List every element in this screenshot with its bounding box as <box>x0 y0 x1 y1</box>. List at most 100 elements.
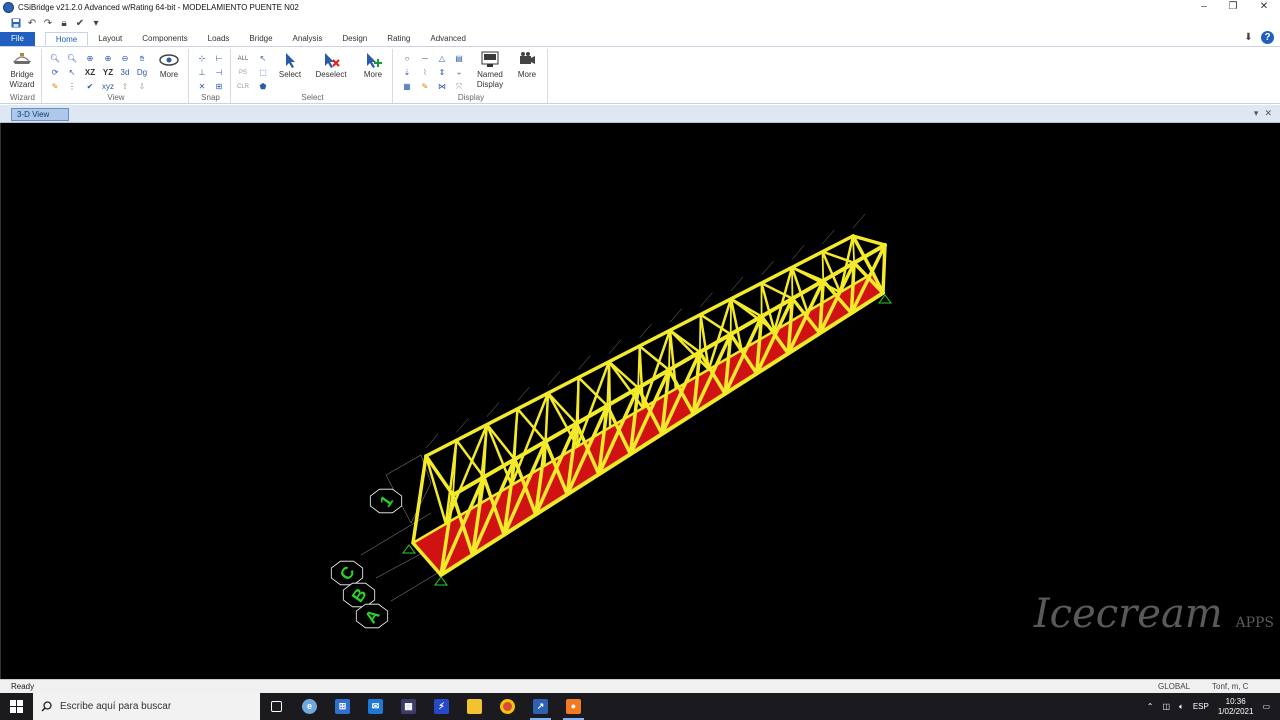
show-stresses-icon[interactable]: ◒ <box>453 67 465 79</box>
show-lanes-icon[interactable]: ✎ <box>419 81 431 93</box>
snap-intersect-icon[interactable]: ✕ <box>196 81 208 93</box>
notifications-icon[interactable]: ▭ <box>1262 702 1270 711</box>
down-arrow-icon[interactable]: ⇩ <box>136 81 148 93</box>
draw-pencil-icon[interactable]: ✎ <box>49 81 61 93</box>
taskbar-csibridge[interactable]: ↗ <box>524 693 557 720</box>
3d-model-viewport[interactable]: 1CBA Icecream APPS <box>0 123 1280 679</box>
named-display-button[interactable]: Named Display <box>473 51 507 90</box>
xyz-icon[interactable]: xyz <box>102 81 114 93</box>
select-all-button[interactable]: ALL <box>237 53 249 65</box>
show-deformed-icon[interactable]: ⌇ <box>419 67 431 79</box>
language-indicator[interactable]: ESP <box>1193 702 1209 711</box>
tray-chevron-icon[interactable]: ⌃ <box>1147 702 1154 711</box>
tab-3d-view[interactable]: 3-D View <box>11 108 69 121</box>
coord-system-dropdown[interactable]: GLOBAL <box>1158 680 1190 693</box>
customize-qat-icon[interactable]: ▾ <box>90 17 102 29</box>
tab-file[interactable]: File <box>0 32 35 46</box>
taskbar-mail[interactable]: ✉ <box>359 693 392 720</box>
rotate-3d-icon[interactable]: ⟳ <box>49 67 61 79</box>
tab-loads[interactable]: Loads <box>198 32 240 46</box>
zoom-out-icon[interactable]: ⊖ <box>119 53 131 65</box>
start-button[interactable] <box>0 693 33 720</box>
clock-date: 1/02/2021 <box>1217 706 1254 716</box>
snap-perp-icon[interactable]: ⊣ <box>213 67 225 79</box>
close-view-icon[interactable]: ✕ <box>1264 108 1272 119</box>
help-icon[interactable]: ? <box>1261 31 1274 44</box>
tab-analysis[interactable]: Analysis <box>283 32 333 46</box>
tab-design[interactable]: Design <box>332 32 377 46</box>
taskbar-calculator[interactable]: ▦ <box>392 693 425 720</box>
show-influence-icon[interactable]: ⤧ <box>453 81 465 93</box>
view-xz-button[interactable]: XZ <box>84 67 96 79</box>
lock-icon[interactable]: 🔒︎ <box>58 17 70 29</box>
task-view-button[interactable] <box>260 693 293 720</box>
taskbar-search[interactable]: Escribe aquí para buscar <box>33 693 260 720</box>
zoom-window-icon[interactable]: 🔍︎ <box>49 53 61 65</box>
taskbar-chrome[interactable] <box>491 693 524 720</box>
pointer-icon[interactable]: ↖ <box>66 67 78 79</box>
maximize-button[interactable]: ❐ <box>1219 0 1247 15</box>
view-yz-button[interactable]: YZ <box>102 67 114 79</box>
tab-layout[interactable]: Layout <box>88 32 132 46</box>
show-supports-icon[interactable]: △ <box>436 53 448 65</box>
redo-icon[interactable]: ↷ <box>42 17 54 29</box>
units-dropdown[interactable]: Tonf, m, C <box>1212 680 1248 693</box>
save-icon[interactable] <box>10 17 22 29</box>
show-loads-icon[interactable]: ⇣ <box>401 67 413 79</box>
snap-lines-icon[interactable]: ⊥ <box>196 67 208 79</box>
network-icon[interactable]: ◫ <box>1162 702 1170 711</box>
minimize-button[interactable]: – <box>1190 0 1218 15</box>
top-brace <box>668 329 671 371</box>
up-arrow-icon[interactable]: ⇧ <box>119 81 131 93</box>
deselect-button[interactable]: Deselect <box>313 51 349 80</box>
grid-view-icon[interactable]: ⋮ <box>66 81 78 93</box>
snap-points-icon[interactable]: ⊹ <box>196 53 208 65</box>
grid-line <box>425 433 439 449</box>
taskbar-edge[interactable]: e <box>293 693 326 720</box>
select-pointer-icon[interactable]: ↖ <box>257 53 269 65</box>
zoom-in-step-icon[interactable]: ⊕ <box>102 53 114 65</box>
show-frames-icon[interactable]: ─ <box>419 53 431 65</box>
volume-icon[interactable]: 🔈︎ <box>1179 702 1184 712</box>
zoom-restore-icon[interactable]: 🔍︎ <box>66 53 78 65</box>
deselect-arrow-icon <box>325 53 340 68</box>
taskbar-blue-app[interactable]: ⚡︎ <box>425 693 458 720</box>
undo-icon[interactable]: ↶ <box>26 17 38 29</box>
tab-list-icon[interactable]: ▾ <box>1254 108 1259 119</box>
show-tables-icon[interactable]: ▦ <box>401 81 413 93</box>
show-vehicles-icon[interactable]: ⋈ <box>436 81 448 93</box>
tab-advanced[interactable]: Advanced <box>420 32 476 46</box>
bridge-wizard-button[interactable]: Bridge Wizard <box>4 51 40 90</box>
show-forces-icon[interactable]: ⇕ <box>436 67 448 79</box>
snap-grid-icon[interactable]: ⊞ <box>213 81 225 93</box>
display-more-button[interactable]: More <box>513 51 541 80</box>
taskbar-explorer[interactable] <box>458 693 491 720</box>
download-icon[interactable]: ⬇ <box>1242 31 1255 44</box>
select-more-button[interactable]: More <box>359 51 387 80</box>
tab-components[interactable]: Components <box>132 32 197 46</box>
polygon-select-icon[interactable]: ⬟ <box>257 81 269 93</box>
zoom-in-icon[interactable]: ⊕ <box>84 53 96 65</box>
pan-icon[interactable]: ✋︎ <box>136 53 148 65</box>
select-button[interactable]: Select <box>277 51 303 80</box>
taskbar-store[interactable]: ⊞ <box>326 693 359 720</box>
view-plan-button[interactable]: Dg <box>136 67 148 79</box>
previous-select-button[interactable]: PS <box>237 67 249 79</box>
run-check-icon[interactable]: ✔ <box>74 17 86 29</box>
tab-rating[interactable]: Rating <box>377 32 420 46</box>
close-button[interactable]: ✕ <box>1250 0 1278 15</box>
tab-bridge[interactable]: Bridge <box>239 32 282 46</box>
clock[interactable]: 10:36 1/02/2021 <box>1218 697 1254 717</box>
view-more-button[interactable]: More <box>154 51 184 80</box>
snap-ends-icon[interactable]: ⊢ <box>213 53 225 65</box>
tab-home[interactable]: Home <box>44 32 89 46</box>
taskbar-recorder[interactable]: ● <box>557 693 590 720</box>
rubber-band-icon[interactable]: ⬚ <box>257 67 269 79</box>
grid-line <box>517 386 530 402</box>
check-icon[interactable]: ✔ <box>84 81 96 93</box>
clear-select-button[interactable]: CLR <box>237 81 249 93</box>
show-joints-icon[interactable]: ○ <box>401 53 413 65</box>
view-3d-button[interactable]: 3d <box>119 67 131 79</box>
select-arrow-icon <box>286 53 295 68</box>
show-table-icon[interactable]: ▤ <box>453 53 465 65</box>
